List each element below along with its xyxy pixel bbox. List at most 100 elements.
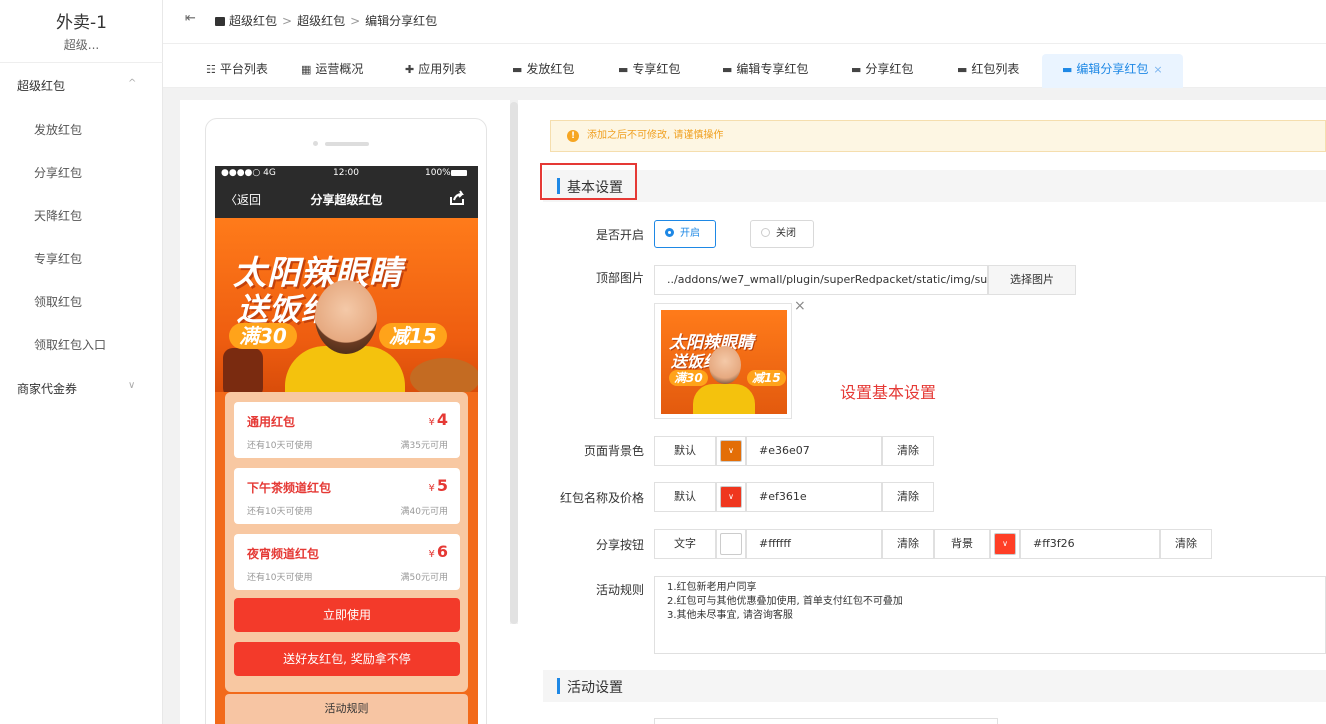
top-image-path-input[interactable]: ../addons/we7_wmall/plugin/superRedpacke… bbox=[654, 265, 988, 295]
preview-scrollbar[interactable] bbox=[510, 102, 518, 624]
bg-color-input[interactable]: #e36e07 bbox=[746, 436, 882, 466]
sidebar-item-issue-redpacket[interactable]: 发放红包 bbox=[34, 121, 82, 138]
enable-on-radio[interactable]: 开启 bbox=[654, 220, 716, 248]
top-image-label: 顶部图片 bbox=[595, 271, 644, 285]
sidebar-group-super-redpacket[interactable]: 超级红包 bbox=[17, 77, 65, 94]
chevron-down-icon: ∨ bbox=[728, 492, 734, 501]
banner-threshold: 满30 bbox=[229, 323, 297, 349]
tab-bar: ☷ 平台列表 ▦ 运营概况 ✚ 应用列表 ▬ 发放红包 ▬ 专享红包 ▬ 编辑专享红包 ▬ 分… bbox=[163, 44, 1326, 88]
chevron-down-icon[interactable]: ∨ bbox=[128, 380, 135, 391]
name-price-color-input[interactable]: #ef361e bbox=[746, 482, 882, 512]
status-time: 12:00 bbox=[333, 168, 359, 178]
name-price-default-button[interactable]: 默认 bbox=[654, 482, 716, 512]
close-tab-icon[interactable]: × bbox=[1153, 63, 1162, 76]
remove-image-icon[interactable]: × bbox=[794, 298, 806, 314]
share-text-clear-button[interactable]: 清除 bbox=[882, 529, 934, 559]
coupon-price: ¥5 bbox=[428, 476, 448, 495]
sidebar-item-share-redpacket[interactable]: 分享红包 bbox=[34, 164, 82, 181]
coupon-amount: 4 bbox=[436, 410, 448, 429]
signal-status: ●●●●○ 4G bbox=[221, 168, 276, 178]
share-text-color-input[interactable]: #ffffff bbox=[746, 529, 882, 559]
sidebar-item-receive-entry[interactable]: 领取红包入口 bbox=[34, 336, 106, 353]
coupon-condition: 满40元可用 bbox=[400, 507, 448, 517]
share-bg-label: 背景 bbox=[934, 529, 990, 559]
menu-collapse-icon[interactable]: ⇤ bbox=[185, 11, 196, 26]
sidebar-item-sky-redpacket[interactable]: 天降红包 bbox=[34, 207, 82, 224]
coupon-price: ¥4 bbox=[428, 410, 448, 429]
enable-off-radio[interactable]: 关闭 bbox=[750, 220, 814, 248]
tab-label: 运营概况 bbox=[315, 62, 364, 76]
tab-edit-share-redpacket[interactable]: ▬ 编辑分享红包 × bbox=[1042, 54, 1183, 88]
enable-label: 是否开启 bbox=[595, 228, 644, 242]
tab-platform-list[interactable]: ☷ 平台列表 bbox=[206, 54, 268, 88]
breadcrumb: 超级红包 > 超级红包 > 编辑分享红包 bbox=[215, 12, 437, 29]
camera-dot bbox=[313, 141, 318, 146]
main-content: ●●●●○ 4G 12:00 100% 〈返回 分享超级红包 太阳辣眼睛 送饭给… bbox=[180, 100, 1326, 724]
bg-clear-button[interactable]: 清除 bbox=[882, 436, 934, 466]
person-face-graphic bbox=[315, 280, 377, 354]
name-price-color-picker[interactable]: ∨ bbox=[716, 482, 746, 512]
tab-redpacket-list[interactable]: ▬ 红包列表 bbox=[957, 54, 1019, 88]
breadcrumb-item[interactable]: 超级红包 bbox=[229, 14, 277, 28]
rules-textarea[interactable]: 1.红包新老用户同享 2.红包可与其他优惠叠加使用, 首单支付红包不可叠加 3.… bbox=[654, 576, 1326, 654]
tab-label: 红包列表 bbox=[971, 62, 1020, 76]
bg-color-swatch: ∨ bbox=[720, 440, 742, 462]
name-price-clear-button[interactable]: 清除 bbox=[882, 482, 934, 512]
use-now-button[interactable]: 立即使用 bbox=[234, 598, 460, 632]
tab-edit-exclusive-redpacket[interactable]: ▬ 编辑专享红包 bbox=[722, 54, 808, 88]
radio-label: 关闭 bbox=[776, 228, 796, 239]
choose-image-button[interactable]: 选择图片 bbox=[988, 265, 1076, 295]
share-bg-color-input[interactable]: #ff3f26 bbox=[1020, 529, 1160, 559]
folder-icon: ▬ bbox=[512, 63, 523, 76]
sidebar-item-exclusive-redpacket[interactable]: 专享红包 bbox=[34, 250, 82, 267]
rules-button[interactable]: 活动规则 bbox=[225, 694, 468, 724]
tab-issue-redpacket[interactable]: ▬ 发放红包 bbox=[512, 54, 574, 88]
radio-dot-icon bbox=[665, 228, 674, 237]
currency-symbol: ¥ bbox=[428, 483, 435, 494]
coupon-condition: 满35元可用 bbox=[400, 441, 448, 451]
coupon-card: 通用红包 ¥4 还有10天可使用 满35元可用 bbox=[234, 402, 460, 458]
phone-screen: ●●●●○ 4G 12:00 100% 〈返回 分享超级红包 太阳辣眼睛 送饭给… bbox=[215, 166, 478, 724]
sidebar-group-coupons[interactable]: 商家代金券 bbox=[17, 380, 77, 397]
tab-label: 分享红包 bbox=[865, 62, 914, 76]
sidebar-item-receive-redpacket[interactable]: 领取红包 bbox=[34, 293, 82, 310]
bg-color-label: 页面背景色 bbox=[583, 444, 644, 458]
banner-discount: 减15 bbox=[379, 323, 447, 349]
top-image-thumbnail: 太阳辣眼睛 送饭给你 满30 减15 bbox=[661, 310, 787, 414]
battery-status: 100% bbox=[425, 168, 451, 178]
person-body-graphic bbox=[693, 384, 755, 414]
tab-operation-overview[interactable]: ▦ 运营概况 bbox=[301, 54, 363, 88]
share-text-color-picker[interactable] bbox=[716, 529, 746, 559]
invite-friends-button[interactable]: 送好友红包, 奖励拿不停 bbox=[234, 642, 460, 676]
bg-default-button[interactable]: 默认 bbox=[654, 436, 716, 466]
warning-alert: ! 添加之后不可修改, 请谨慎操作 bbox=[550, 120, 1326, 152]
folder-icon bbox=[215, 17, 225, 26]
share-text-color-swatch bbox=[720, 533, 742, 555]
coupon-name: 通用红包 bbox=[247, 415, 296, 429]
tab-share-redpacket[interactable]: ▬ 分享红包 bbox=[851, 54, 913, 88]
sidebar: 外卖-1 超级... 超级红包 ^ 发放红包 分享红包 天降红包 专享红包 领取… bbox=[0, 0, 163, 724]
chevron-up-icon[interactable]: ^ bbox=[128, 78, 136, 89]
drink-graphic bbox=[223, 348, 263, 392]
tab-label: 平台列表 bbox=[219, 62, 268, 76]
tab-app-list[interactable]: ✚ 应用列表 bbox=[405, 54, 466, 88]
folder-icon: ▬ bbox=[722, 63, 733, 76]
section-activity-header: 活动设置 bbox=[543, 670, 1326, 702]
tab-exclusive-redpacket[interactable]: ▬ 专享红包 bbox=[618, 54, 680, 88]
top-bar: ⇤ 超级红包 > 超级红包 > 编辑分享红包 bbox=[163, 0, 1326, 44]
activity-input[interactable] bbox=[654, 718, 998, 724]
coupon-validity: 还有10天可使用 bbox=[247, 441, 313, 451]
breadcrumb-item[interactable]: 超级红包 bbox=[297, 14, 345, 28]
list-icon: ☷ bbox=[206, 63, 216, 76]
share-icon[interactable] bbox=[448, 189, 466, 207]
share-bg-color-picker[interactable]: ∨ bbox=[990, 529, 1020, 559]
tab-label: 编辑专享红包 bbox=[736, 62, 809, 76]
tab-label: 编辑分享红包 bbox=[1076, 62, 1149, 76]
folder-icon: ▬ bbox=[851, 63, 862, 76]
share-bg-clear-button[interactable]: 清除 bbox=[1160, 529, 1212, 559]
highlight-box bbox=[540, 163, 637, 200]
bg-color-picker[interactable]: ∨ bbox=[716, 436, 746, 466]
coupon-amount: 5 bbox=[436, 476, 448, 495]
alert-text: 添加之后不可修改, 请谨慎操作 bbox=[587, 130, 724, 141]
sidebar-divider bbox=[0, 62, 163, 63]
